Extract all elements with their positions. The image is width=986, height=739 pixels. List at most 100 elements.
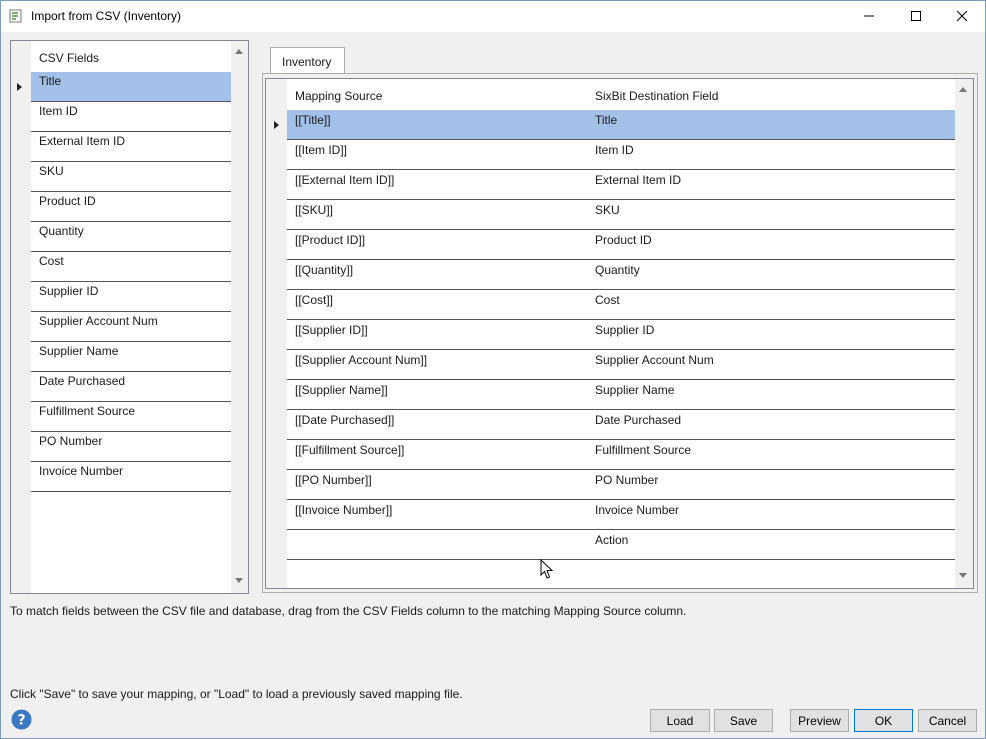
- csv-field-label: Product ID: [39, 194, 96, 208]
- scroll-up-icon[interactable]: [235, 49, 243, 54]
- mapping-row[interactable]: [[Title]] Title: [287, 110, 955, 140]
- mapping-source-cell[interactable]: [[Supplier Account Num]]: [295, 353, 427, 367]
- csv-field-label: Cost: [39, 254, 64, 268]
- mapping-row[interactable]: [[Supplier Name]] Supplier Name: [287, 380, 955, 410]
- mapping-row[interactable]: [[Item ID]] Item ID: [287, 140, 955, 170]
- csv-field-row[interactable]: Cost: [31, 252, 231, 282]
- destination-field-cell[interactable]: Supplier ID: [595, 323, 654, 337]
- help-icon[interactable]: ?: [11, 709, 32, 730]
- mapping-source-cell[interactable]: [[Supplier ID]]: [295, 323, 368, 337]
- mapping-row[interactable]: [[SKU]] SKU: [287, 200, 955, 230]
- load-button[interactable]: Load: [650, 709, 710, 732]
- csv-field-label: Fulfillment Source: [39, 404, 136, 418]
- mapping-row[interactable]: [287, 560, 955, 590]
- destination-field-cell[interactable]: Title: [595, 113, 617, 127]
- csv-field-row[interactable]: Title: [31, 72, 231, 102]
- csv-field-label: External Item ID: [39, 134, 126, 148]
- destination-field-cell[interactable]: Invoice Number: [595, 503, 679, 517]
- mapping-source-cell[interactable]: [[Quantity]]: [295, 263, 353, 277]
- csv-field-row[interactable]: Product ID: [31, 192, 231, 222]
- csv-field-label: PO Number: [39, 434, 103, 448]
- ok-button[interactable]: OK: [854, 709, 913, 732]
- destination-field-cell[interactable]: Supplier Name: [595, 383, 674, 397]
- mapping-row[interactable]: [[Quantity]] Quantity: [287, 260, 955, 290]
- csv-field-row[interactable]: Quantity: [31, 222, 231, 252]
- save-button[interactable]: Save: [714, 709, 773, 732]
- minimize-button[interactable]: [846, 1, 892, 31]
- row-selector-icon: [17, 83, 22, 91]
- preview-button[interactable]: Preview: [790, 709, 849, 732]
- csv-field-row[interactable]: Invoice Number: [31, 462, 231, 492]
- csv-field-label: Date Purchased: [39, 374, 126, 388]
- destination-field-cell[interactable]: Quantity: [595, 263, 640, 277]
- csv-field-label: Supplier ID: [39, 284, 99, 298]
- destination-field-cell[interactable]: Item ID: [595, 143, 634, 157]
- destination-field-cell[interactable]: SKU: [595, 203, 620, 217]
- csv-field-label: Supplier Account Num: [39, 314, 158, 328]
- csv-field-row[interactable]: Fulfillment Source: [31, 402, 231, 432]
- mapping-source-header[interactable]: Mapping Source: [295, 89, 382, 103]
- csv-field-row[interactable]: Item ID: [31, 102, 231, 132]
- csv-field-row[interactable]: SKU: [31, 162, 231, 192]
- close-icon: [956, 10, 968, 22]
- csv-field-row[interactable]: PO Number: [31, 432, 231, 462]
- destination-field-cell[interactable]: Cost: [595, 293, 620, 307]
- mapping-row[interactable]: [[Supplier Account Num]] Supplier Account…: [287, 350, 955, 380]
- destination-field-cell[interactable]: Action: [595, 533, 628, 547]
- mapping-source-cell[interactable]: [[Title]]: [295, 113, 331, 127]
- mapping-row[interactable]: [[Fulfillment Source]] Fulfillment Source: [287, 440, 955, 470]
- maximize-button[interactable]: [893, 1, 939, 31]
- mapping-row[interactable]: [[Cost]] Cost: [287, 290, 955, 320]
- mapping-source-cell[interactable]: [[Product ID]]: [295, 233, 365, 247]
- destination-field-header[interactable]: SixBit Destination Field: [595, 89, 718, 103]
- import-csv-dialog: Import from CSV (Inventory) CSV Fields T…: [0, 0, 986, 739]
- tab-inventory[interactable]: Inventory: [270, 47, 345, 74]
- csv-field-row[interactable]: Supplier Account Num: [31, 312, 231, 342]
- mapping-row[interactable]: [[External Item ID]] External Item ID: [287, 170, 955, 200]
- csv-field-label: Title: [39, 74, 62, 88]
- svg-text:?: ?: [17, 713, 25, 729]
- scroll-down-icon[interactable]: [235, 578, 243, 583]
- close-button[interactable]: [939, 1, 985, 31]
- mapping-source-cell[interactable]: [[Date Purchased]]: [295, 413, 394, 427]
- window-title: Import from CSV (Inventory): [31, 9, 182, 23]
- mapping-grid[interactable]: Mapping Source SixBit Destination Field …: [265, 78, 974, 589]
- mapping-row[interactable]: [[Date Purchased]] Date Purchased: [287, 410, 955, 440]
- mapping-source-cell[interactable]: [[Fulfillment Source]]: [295, 443, 404, 457]
- mapping-source-cell[interactable]: [[Supplier Name]]: [295, 383, 388, 397]
- mapping-source-cell[interactable]: [[Invoice Number]]: [295, 503, 392, 517]
- csv-field-row[interactable]: Supplier ID: [31, 282, 231, 312]
- csv-fields-grid: CSV Fields Title Item ID External Item ID S…: [17, 41, 231, 593]
- mapping-row[interactable]: [[PO Number]] PO Number: [287, 470, 955, 500]
- destination-field-cell[interactable]: Date Purchased: [595, 413, 681, 427]
- mapping-source-cell[interactable]: [[PO Number]]: [295, 473, 372, 487]
- cancel-button[interactable]: Cancel: [918, 709, 977, 732]
- destination-field-cell[interactable]: PO Number: [595, 473, 658, 487]
- scroll-down-icon[interactable]: [959, 573, 967, 578]
- csv-fields-list[interactable]: CSV Fields Title Item ID External Item ID S…: [10, 40, 249, 594]
- mapping-source-cell[interactable]: [[Item ID]]: [295, 143, 347, 157]
- csv-field-row[interactable]: Supplier Name: [31, 342, 231, 372]
- mapping-grid-scrollbar[interactable]: [955, 79, 972, 588]
- csv-field-label: Quantity: [39, 224, 84, 238]
- csv-field-label: Invoice Number: [39, 464, 124, 478]
- csv-field-label: Item ID: [39, 104, 78, 118]
- mapping-source-cell[interactable]: [[External Item ID]]: [295, 173, 394, 187]
- mapping-row[interactable]: [[Supplier ID]] Supplier ID: [287, 320, 955, 350]
- mapping-source-cell[interactable]: [[SKU]]: [295, 203, 333, 217]
- scroll-up-icon[interactable]: [959, 87, 967, 92]
- csv-fields-scrollbar[interactable]: [231, 41, 248, 593]
- mapping-row[interactable]: Action: [287, 530, 955, 560]
- mapping-row[interactable]: [[Product ID]] Product ID: [287, 230, 955, 260]
- csv-field-row[interactable]: Date Purchased: [31, 372, 231, 402]
- save-load-hint-text: Click "Save" to save your mapping, or "L…: [10, 687, 463, 701]
- destination-field-cell[interactable]: Supplier Account Num: [595, 353, 714, 367]
- mapping-grid-body: Mapping Source SixBit Destination Field …: [274, 79, 955, 590]
- destination-field-cell[interactable]: Product ID: [595, 233, 652, 247]
- destination-field-cell[interactable]: External Item ID: [595, 173, 681, 187]
- mapping-source-cell[interactable]: [[Cost]]: [295, 293, 333, 307]
- csv-field-row[interactable]: External Item ID: [31, 132, 231, 162]
- destination-field-cell[interactable]: Fulfillment Source: [595, 443, 691, 457]
- mapping-row[interactable]: [[Invoice Number]] Invoice Number: [287, 500, 955, 530]
- maximize-icon: [911, 11, 921, 21]
